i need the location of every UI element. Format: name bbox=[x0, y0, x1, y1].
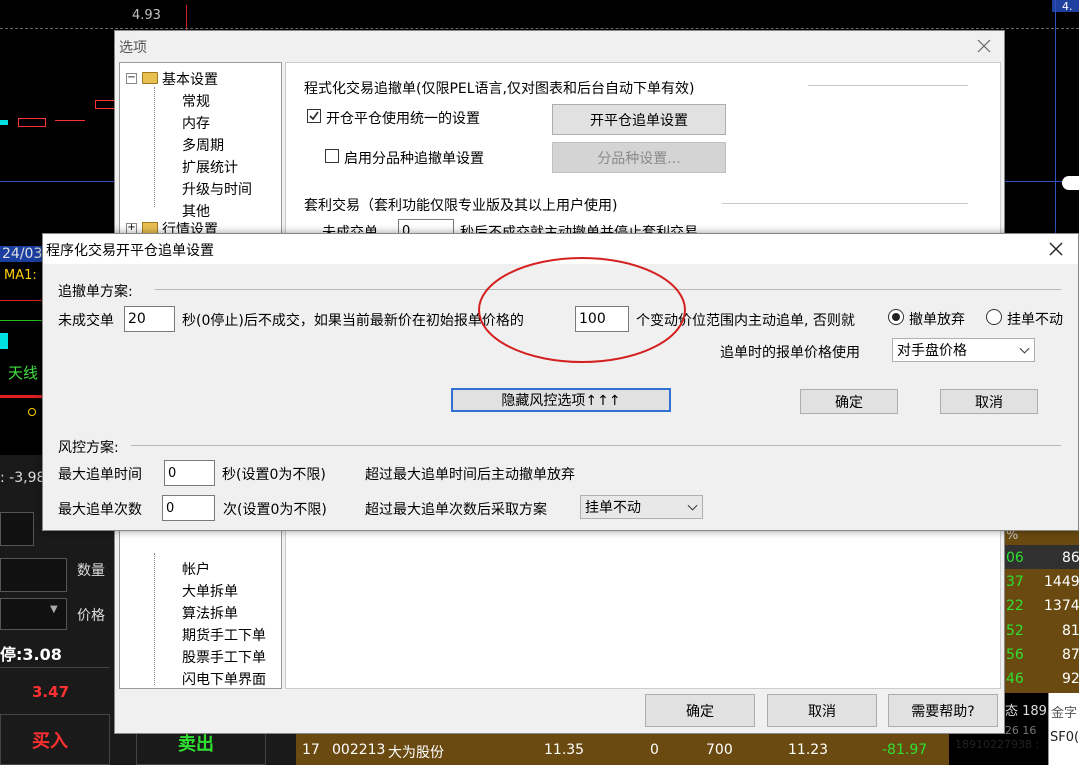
collapse-icon[interactable]: − bbox=[126, 73, 137, 84]
tree-item-memory[interactable]: 内存 bbox=[182, 113, 210, 133]
unified-checkbox[interactable] bbox=[307, 109, 321, 123]
table-row[interactable]: 17 002213 大为股份 11.35 0 700 11.23 -81.97 bbox=[296, 740, 949, 765]
tree-item-ext-stats[interactable]: 扩展统计 bbox=[182, 157, 238, 177]
price-tag-right: 4. bbox=[1052, 0, 1079, 13]
right-a-1: 37 bbox=[1006, 574, 1024, 590]
tree-label: 基本设置 bbox=[162, 72, 218, 88]
per-product-label: 启用分品种追撤单设置 bbox=[344, 151, 484, 167]
radio-hold[interactable] bbox=[986, 309, 1002, 325]
hide-risk-button[interactable]: 隐藏风控选项↑↑↑ bbox=[451, 388, 671, 412]
max-count-desc: 超过最大追单次数后采取方案 bbox=[365, 502, 547, 518]
options-dialog-title: 选项 bbox=[119, 40, 147, 56]
max-time-desc: 超过最大追单时间后主动撤单放弃 bbox=[365, 467, 575, 483]
right-b-2: 1374 bbox=[1044, 598, 1079, 614]
buy-button-label: 买入 bbox=[32, 731, 68, 752]
ticks-input[interactable]: 100 bbox=[575, 306, 629, 332]
options-cancel-button[interactable]: 取消 bbox=[767, 694, 877, 727]
tree-item-bigsplit[interactable]: 大单拆单 bbox=[182, 581, 238, 601]
price-label-top: 4.93 bbox=[132, 8, 161, 23]
options-help-button[interactable]: 需要帮助? bbox=[888, 694, 998, 727]
price-select-arrow: ▼ bbox=[50, 604, 58, 615]
chevron-down-icon bbox=[687, 500, 698, 511]
limit-down: 停:3.08 bbox=[0, 645, 62, 664]
tianxian-label: 天线 bbox=[8, 364, 39, 382]
chevron-down-icon bbox=[1019, 343, 1030, 354]
tree-item-multiperiod[interactable]: 多周期 bbox=[182, 135, 224, 155]
row-c2: 0 bbox=[650, 742, 659, 758]
max-count-action-value: 挂单不动 bbox=[585, 500, 641, 516]
right-a-5: 46 bbox=[1006, 671, 1024, 687]
right-b-5: 92 bbox=[1062, 671, 1079, 687]
row-index: 17 bbox=[302, 742, 320, 758]
seconds-input[interactable]: 20 bbox=[124, 306, 175, 332]
max-time-unit: 秒(设置0为不限) bbox=[222, 467, 326, 483]
right-a-2: 22 bbox=[1006, 598, 1024, 614]
right-b-0: 86 bbox=[1062, 550, 1079, 566]
tree-item-futures-manual[interactable]: 期货手工下单 bbox=[182, 625, 266, 645]
tree-item-basic[interactable]: − 基本设置 bbox=[124, 69, 274, 89]
open-close-settings-button[interactable]: 开平仓追单设置 bbox=[552, 104, 726, 135]
chase-ok-button[interactable]: 确定 bbox=[800, 389, 898, 414]
tree-item-account[interactable]: 帐户 bbox=[182, 559, 210, 579]
folder-icon bbox=[142, 72, 158, 84]
max-count-label: 最大追单次数 bbox=[58, 502, 142, 518]
price-347: 3.47 bbox=[32, 683, 70, 701]
row-c4: 11.23 bbox=[788, 742, 829, 758]
right-a-0: 06 bbox=[1006, 550, 1024, 566]
right-b-4: 87 bbox=[1062, 647, 1079, 663]
max-count-action-select[interactable]: 挂单不动 bbox=[580, 495, 703, 519]
price-use-label: 追单时的报单价格使用 bbox=[720, 345, 860, 361]
row-code: 002213 bbox=[332, 742, 386, 758]
chase-dialog: 程序化交易开平仓追单设置 追撤单方案: 未成交单 20 秒(0停止)后不成交，如… bbox=[42, 233, 1079, 531]
qty-label: 数量 bbox=[77, 563, 105, 579]
radio-cancel[interactable] bbox=[888, 309, 904, 325]
scheme-label: 追撤单方案: bbox=[58, 284, 133, 300]
right-sf: SF0( bbox=[1050, 730, 1079, 745]
right-code: 18910227938 : bbox=[955, 738, 1040, 751]
price-use-value: 对手盘价格 bbox=[897, 343, 967, 359]
tree-item-general[interactable]: 常规 bbox=[182, 91, 210, 111]
close-icon[interactable] bbox=[1047, 240, 1065, 258]
right-b-1: 1449 bbox=[1044, 574, 1079, 590]
max-time-label: 最大追单时间 bbox=[58, 467, 142, 483]
risk-label: 风控方案: bbox=[58, 440, 119, 456]
unified-label: 开仓平仓使用统一的设置 bbox=[326, 111, 480, 127]
price-use-select[interactable]: 对手盘价格 bbox=[892, 338, 1035, 362]
radio-cancel-label: 撤单放弃 bbox=[909, 312, 965, 328]
row-c5: -81.97 bbox=[882, 742, 928, 758]
neg-value: : -3,98 bbox=[0, 470, 46, 486]
right-b-3: 81 bbox=[1062, 623, 1079, 639]
right-a-4: 56 bbox=[1006, 647, 1024, 663]
unfilled-label: 未成交单 bbox=[58, 313, 114, 329]
ma-fragment: MA1: bbox=[4, 268, 37, 283]
price-label: 价格 bbox=[77, 608, 105, 624]
chase-dialog-title: 程序化交易开平仓追单设置 bbox=[46, 243, 214, 259]
sentence-mid: 秒(0停止)后不成交，如果当前最新价在初始报单价格的 bbox=[182, 313, 524, 329]
max-count-input[interactable]: 0 bbox=[162, 495, 215, 521]
tree-item-other[interactable]: 其他 bbox=[182, 201, 210, 221]
tree-item-upgrade[interactable]: 升级与时间 bbox=[182, 179, 252, 199]
options-ok-button[interactable]: 确定 bbox=[645, 694, 755, 727]
order-field-1[interactable] bbox=[0, 512, 34, 546]
sentence-tail: 个变动价位范围内主动追单, 否则就 bbox=[636, 313, 855, 329]
tree-item-stock-manual[interactable]: 股票手工下单 bbox=[182, 647, 266, 667]
order-field-2[interactable] bbox=[0, 558, 67, 592]
right-jin: 金字 bbox=[1051, 706, 1078, 721]
per-product-button[interactable]: 分品种设置... bbox=[552, 142, 726, 173]
max-count-unit: 次(设置0为不限) bbox=[223, 502, 327, 518]
right-a-3: 52 bbox=[1006, 623, 1024, 639]
radio-hold-label: 挂单不动 bbox=[1007, 312, 1063, 328]
close-icon[interactable] bbox=[975, 37, 993, 55]
tree-item-flash[interactable]: 闪电下单界面 bbox=[182, 669, 266, 689]
section-title-arb: 套利交易（套利功能仅限专业版及其以上用户使用) bbox=[304, 198, 618, 214]
max-time-input[interactable]: 0 bbox=[164, 460, 215, 486]
row-c3: 700 bbox=[706, 742, 733, 758]
tree-item-algo[interactable]: 算法拆单 bbox=[182, 603, 238, 623]
row-c1: 11.35 bbox=[544, 742, 585, 758]
section-title-chase: 程式化交易追撤单(仅限PEL语言,仅对图表和后台自动下单有效) bbox=[304, 81, 695, 97]
chase-cancel-button[interactable]: 取消 bbox=[940, 389, 1038, 414]
per-product-checkbox[interactable] bbox=[325, 149, 339, 163]
row-name: 大为股份 bbox=[388, 745, 444, 761]
